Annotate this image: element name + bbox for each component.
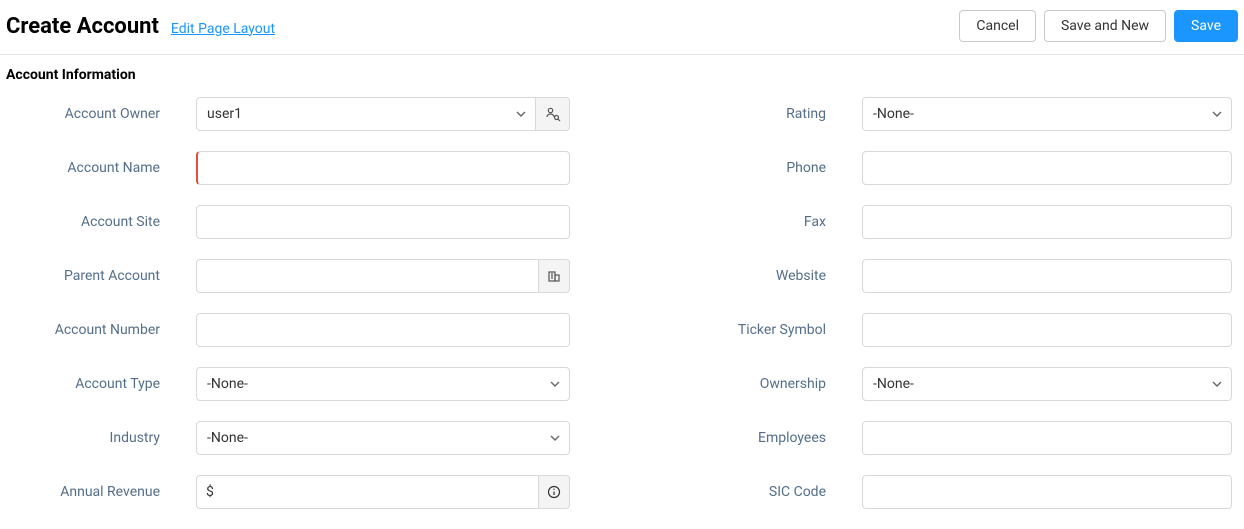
save-button[interactable]: Save [1174,10,1238,42]
field-account-name: Account Name [6,151,602,185]
user-search-icon [545,106,561,122]
label-phone: Phone [642,160,862,176]
field-rating: Rating -None- [642,97,1238,131]
ownership-select[interactable]: -None- [862,367,1232,401]
account-type-select[interactable]: -None- [196,367,570,401]
field-account-number: Account Number [6,313,602,347]
label-ownership: Ownership [642,376,862,392]
label-account-site: Account Site [6,214,196,230]
ticker-symbol-input[interactable] [862,313,1232,347]
user-lookup-button[interactable] [536,97,570,131]
form-grid: Account Owner user1 [0,97,1244,529]
label-employees: Employees [642,430,862,446]
field-employees: Employees [642,421,1238,455]
label-account-number: Account Number [6,322,196,338]
field-account-site: Account Site [6,205,602,239]
label-account-type: Account Type [6,376,196,392]
field-fax: Fax [642,205,1238,239]
info-icon [547,485,561,499]
form-column-left: Account Owner user1 [6,97,602,529]
field-ownership: Ownership -None- [642,367,1238,401]
phone-input[interactable] [862,151,1232,185]
label-website: Website [642,268,862,284]
header-actions: Cancel Save and New Save [959,10,1238,42]
account-number-input[interactable] [196,313,570,347]
label-fax: Fax [642,214,862,230]
employees-input[interactable] [862,421,1232,455]
field-ticker-symbol: Ticker Symbol [642,313,1238,347]
field-sic-code: SIC Code [642,475,1238,509]
field-phone: Phone [642,151,1238,185]
label-account-owner: Account Owner [6,106,196,122]
sic-code-input[interactable] [862,475,1232,509]
save-and-new-button[interactable]: Save and New [1044,10,1166,42]
field-industry: Industry -None- [6,421,602,455]
account-name-input[interactable] [196,151,570,185]
cancel-button[interactable]: Cancel [959,10,1036,42]
field-account-type: Account Type -None- [6,367,602,401]
rating-select[interactable]: -None- [862,97,1232,131]
label-ticker-symbol: Ticker Symbol [642,322,862,338]
parent-account-lookup-button[interactable] [539,259,570,293]
label-industry: Industry [6,430,196,446]
industry-select[interactable]: -None- [196,421,570,455]
label-rating: Rating [642,106,862,122]
label-account-name: Account Name [6,160,196,176]
header-left: Create Account Edit Page Layout [6,14,275,39]
field-account-owner: Account Owner user1 [6,97,602,131]
building-icon [547,269,561,283]
account-site-input[interactable] [196,205,570,239]
page-header: Create Account Edit Page Layout Cancel S… [0,0,1244,55]
annual-revenue-input[interactable] [196,475,539,509]
website-input[interactable] [862,259,1232,293]
edit-page-layout-link[interactable]: Edit Page Layout [171,21,275,37]
field-website: Website [642,259,1238,293]
revenue-info-button[interactable] [539,475,570,509]
label-sic-code: SIC Code [642,484,862,500]
label-parent-account: Parent Account [6,268,196,284]
label-annual-revenue: Annual Revenue [6,484,196,500]
page-title: Create Account [6,14,159,39]
account-owner-select[interactable]: user1 [196,97,536,131]
form-column-right: Rating -None- Phone Fax We [642,97,1238,529]
parent-account-input[interactable] [196,259,539,293]
field-parent-account: Parent Account [6,259,602,293]
section-title: Account Information [0,55,1244,97]
fax-input[interactable] [862,205,1232,239]
field-annual-revenue: Annual Revenue $ [6,475,602,509]
